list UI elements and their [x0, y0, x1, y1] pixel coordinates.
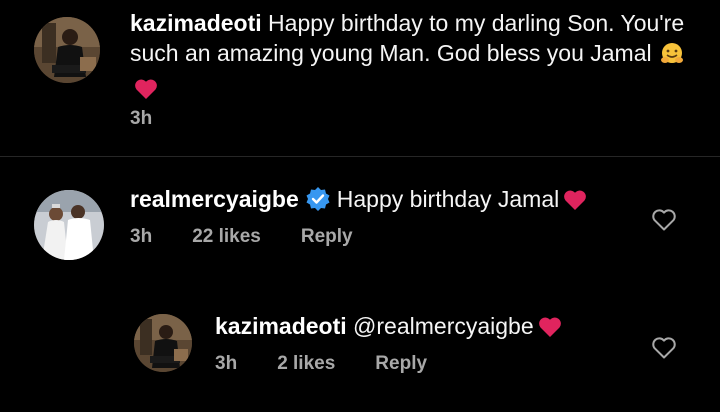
comment-username[interactable]: kazimadeoti [215, 313, 347, 339]
divider [0, 156, 720, 157]
comment-username[interactable]: realmercyaigbe [130, 186, 299, 212]
red-heart-icon [538, 315, 562, 345]
comment-time: 3h [130, 226, 153, 247]
comment-username[interactable]: kazimadeoti [130, 10, 262, 36]
reply-button[interactable]: Reply [301, 226, 353, 248]
comment-text[interactable]: @realmercyaigbe [353, 313, 534, 339]
reply-button[interactable]: Reply [375, 353, 427, 375]
comment-meta-3: 3h 2 likes Reply [215, 353, 467, 375]
comment-meta-2: 3h 22 likes Reply [130, 226, 393, 248]
red-heart-icon [134, 77, 158, 107]
avatar-kazimadeoti[interactable] [134, 314, 192, 372]
heart-outline-icon[interactable] [651, 336, 677, 360]
red-heart-icon [563, 188, 587, 218]
comment-time: 3h [215, 353, 238, 374]
avatar-realmercyaigbe[interactable] [34, 190, 104, 260]
comment-body-2: realmercyaigbe Happy birthday Jamal [130, 184, 650, 219]
heart-outline-icon[interactable] [651, 208, 677, 232]
comment-body-1: kazimadeoti Happy birthday to my darling… [130, 8, 690, 107]
likes-count[interactable]: 2 likes [277, 353, 335, 375]
avatar-kazimadeoti[interactable] [34, 17, 100, 83]
comment-time: 3h [130, 108, 153, 129]
comment-text: Happy birthday Jamal [336, 186, 560, 212]
comment-body-3: kazimadeoti @realmercyaigbe [215, 311, 645, 345]
hugging-face-icon [660, 42, 684, 73]
verified-badge-icon [305, 186, 331, 219]
likes-count[interactable]: 22 likes [192, 226, 261, 248]
comment-meta-1: 3h [130, 108, 192, 130]
